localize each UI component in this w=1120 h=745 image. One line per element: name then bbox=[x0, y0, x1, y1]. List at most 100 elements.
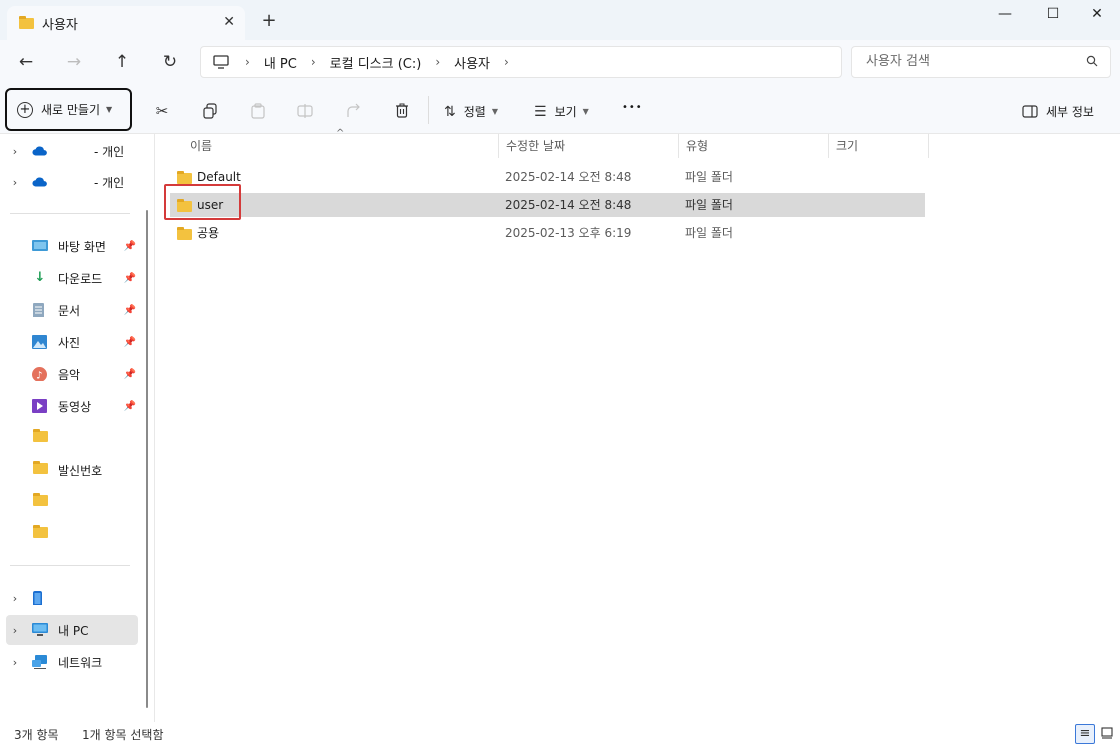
address-bar[interactable]: › 내 PC › 로컬 디스크 (C:) › 사용자 › bbox=[200, 46, 842, 78]
sidebar-item-pictures[interactable]: 사진 📌 bbox=[6, 327, 138, 357]
details-view-icon[interactable]: ≡ bbox=[1075, 724, 1095, 744]
expand-chevron-icon[interactable]: › bbox=[6, 624, 24, 637]
pin-icon[interactable]: 📌 bbox=[124, 273, 136, 284]
table-row[interactable]: user 2025-02-14 오전 8:48 파일 폴더 bbox=[170, 193, 925, 217]
more-options-button[interactable]: ••• bbox=[622, 102, 643, 113]
file-type: 파일 폴더 bbox=[685, 198, 733, 212]
expand-chevron-icon[interactable]: › bbox=[6, 592, 24, 605]
sidebar-item-desktop[interactable]: 바탕 화면 📌 bbox=[6, 231, 138, 261]
sidebar-item-label: - 개인 bbox=[94, 175, 125, 190]
close-tab-icon[interactable]: ✕ bbox=[223, 14, 235, 30]
sidebar-item-folder[interactable] bbox=[6, 423, 138, 453]
sidebar-item-onedrive[interactable]: › - 개인 bbox=[6, 136, 138, 166]
sidebar-item-folder-caller-id[interactable]: 발신번호 bbox=[6, 455, 138, 485]
sidebar-item-folder[interactable] bbox=[6, 487, 138, 517]
pin-icon[interactable]: 📌 bbox=[124, 305, 136, 316]
breadcrumb-chevron-icon: › bbox=[435, 55, 441, 69]
view-label: 보기 bbox=[554, 105, 577, 119]
breadcrumb-pc[interactable]: 내 PC bbox=[264, 53, 297, 72]
file-date: 2025-02-14 오전 8:48 bbox=[505, 198, 632, 212]
maximize-button[interactable]: ☐ bbox=[1030, 4, 1076, 28]
view-button[interactable]: ☰ 보기 ▼ bbox=[534, 103, 589, 120]
back-button[interactable]: ← bbox=[12, 50, 40, 76]
breadcrumb-chevron-icon[interactable]: › bbox=[504, 55, 509, 69]
sort-button[interactable]: ⇅ 정렬 ▼ bbox=[444, 103, 498, 120]
desktop-icon bbox=[32, 240, 48, 251]
table-row[interactable]: 공용 2025-02-13 오후 6:19 파일 폴더 bbox=[170, 221, 925, 245]
sidebar-scrollbar[interactable] bbox=[146, 210, 148, 708]
status-bar: 3개 항목 1개 항목 선택함 bbox=[0, 722, 1120, 745]
sidebar-item-documents[interactable]: 문서 📌 bbox=[6, 295, 138, 325]
pin-icon[interactable]: 📌 bbox=[124, 369, 136, 380]
copy-icon[interactable] bbox=[198, 100, 222, 122]
sidebar-item-onedrive[interactable]: › - 개인 bbox=[6, 167, 138, 197]
pane-divider[interactable] bbox=[154, 134, 155, 722]
view-icon: ☰ bbox=[534, 103, 547, 120]
share-icon[interactable] bbox=[342, 100, 366, 122]
sidebar-item-label: 동영상 bbox=[58, 399, 92, 414]
paste-icon[interactable] bbox=[246, 100, 270, 122]
breadcrumb-chevron-icon: › bbox=[310, 55, 316, 69]
folder-icon bbox=[19, 15, 34, 29]
folder-icon bbox=[32, 493, 48, 506]
column-header-date[interactable]: 수정한 날짜 bbox=[498, 134, 678, 158]
cut-icon[interactable]: ✂ bbox=[150, 100, 174, 122]
new-button-label: 새로 만들기 bbox=[41, 103, 101, 117]
search-input[interactable]: 사용자 검색 bbox=[851, 46, 1111, 78]
sidebar-item-music[interactable]: ♪ 음악 📌 bbox=[6, 359, 138, 389]
folder-icon bbox=[177, 171, 192, 184]
tiles-view-icon[interactable] bbox=[1097, 724, 1117, 744]
svg-text:♪: ♪ bbox=[36, 371, 42, 382]
sidebar-item-label: 음악 bbox=[58, 367, 81, 382]
expand-chevron-icon[interactable]: › bbox=[6, 145, 24, 158]
breadcrumb-chevron-icon: › bbox=[245, 55, 250, 69]
close-window-button[interactable]: ✕ bbox=[1074, 4, 1120, 28]
sidebar-item-folder[interactable] bbox=[6, 519, 138, 549]
new-button[interactable]: + 새로 만들기 ▼ bbox=[5, 88, 132, 131]
video-icon bbox=[32, 399, 47, 413]
delete-icon[interactable] bbox=[390, 100, 414, 122]
forward-button[interactable]: → bbox=[60, 50, 88, 76]
sidebar-item-phone[interactable]: › bbox=[6, 583, 138, 613]
download-icon: ↓ bbox=[34, 270, 46, 285]
column-header-size[interactable]: 크기 bbox=[828, 134, 928, 158]
pin-icon[interactable]: 📌 bbox=[124, 241, 136, 252]
column-divider[interactable] bbox=[928, 134, 929, 158]
up-button[interactable]: ↑ bbox=[108, 50, 136, 76]
file-name: 공용 bbox=[197, 226, 220, 240]
column-header-name[interactable]: 이름 bbox=[182, 134, 498, 158]
sidebar-item-network[interactable]: › 네트워크 bbox=[6, 647, 138, 677]
minimize-button[interactable]: — bbox=[982, 4, 1028, 28]
sidebar-item-downloads[interactable]: ↓ 다운로드 📌 bbox=[6, 263, 138, 293]
highlight-box bbox=[164, 184, 241, 220]
sidebar-item-label: - 개인 bbox=[94, 144, 125, 159]
sidebar-item-label: 다운로드 bbox=[58, 271, 103, 286]
refresh-button[interactable]: ↻ bbox=[156, 50, 184, 76]
new-tab-button[interactable]: + bbox=[258, 10, 280, 31]
sidebar-divider bbox=[10, 213, 130, 214]
details-pane-icon bbox=[1022, 105, 1038, 118]
sidebar-item-videos[interactable]: 동영상 📌 bbox=[6, 391, 138, 421]
search-placeholder: 사용자 검색 bbox=[866, 54, 930, 69]
breadcrumb-users[interactable]: 사용자 bbox=[454, 53, 490, 72]
table-row[interactable]: Default 2025-02-14 오전 8:48 파일 폴더 bbox=[170, 165, 925, 189]
file-type: 파일 폴더 bbox=[685, 226, 733, 240]
folder-icon bbox=[32, 461, 48, 474]
sidebar-item-label: 바탕 화면 bbox=[58, 239, 106, 254]
sidebar-item-label: 내 PC bbox=[58, 623, 89, 638]
breadcrumb-local-disk[interactable]: 로컬 디스크 (C:) bbox=[330, 53, 422, 72]
sidebar-item-this-pc[interactable]: › 내 PC bbox=[6, 615, 138, 645]
chevron-down-icon: ▼ bbox=[106, 105, 113, 114]
tab-users[interactable]: 사용자 ✕ bbox=[7, 6, 245, 40]
column-header-type[interactable]: 유형 bbox=[678, 134, 828, 158]
chevron-down-icon: ▼ bbox=[491, 107, 498, 116]
expand-chevron-icon[interactable]: › bbox=[6, 656, 24, 669]
expand-chevron-icon[interactable]: › bbox=[6, 176, 24, 189]
item-count: 3개 항목 bbox=[14, 728, 59, 742]
tab-title: 사용자 bbox=[42, 17, 78, 33]
rename-icon[interactable] bbox=[294, 100, 318, 122]
pin-icon[interactable]: 📌 bbox=[124, 337, 136, 348]
pin-icon[interactable]: 📌 bbox=[124, 401, 136, 412]
folder-icon bbox=[177, 227, 192, 240]
details-pane-button[interactable]: 세부 정보 bbox=[1022, 103, 1094, 120]
